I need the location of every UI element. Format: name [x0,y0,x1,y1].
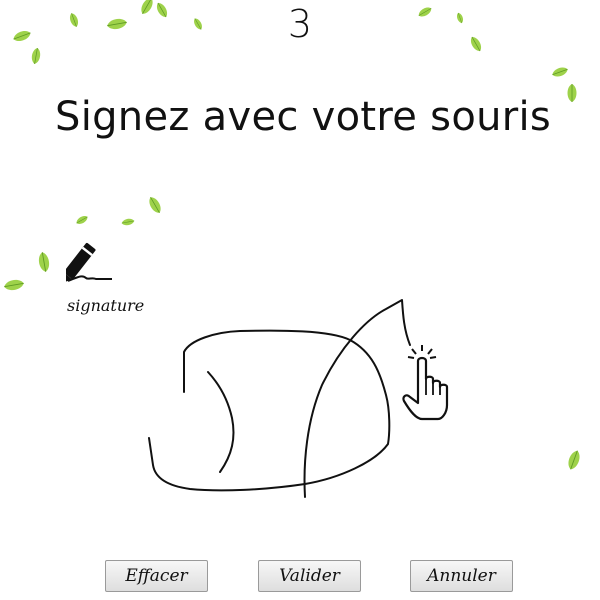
clear-button[interactable]: Effacer [105,560,208,592]
hand-pointer-icon [400,343,456,423]
signature-stroke [148,329,391,492]
validate-button[interactable]: Valider [258,560,361,592]
signature-pad[interactable] [0,0,600,600]
cancel-button[interactable]: Annuler [410,560,513,592]
signature-stroke [207,371,235,473]
